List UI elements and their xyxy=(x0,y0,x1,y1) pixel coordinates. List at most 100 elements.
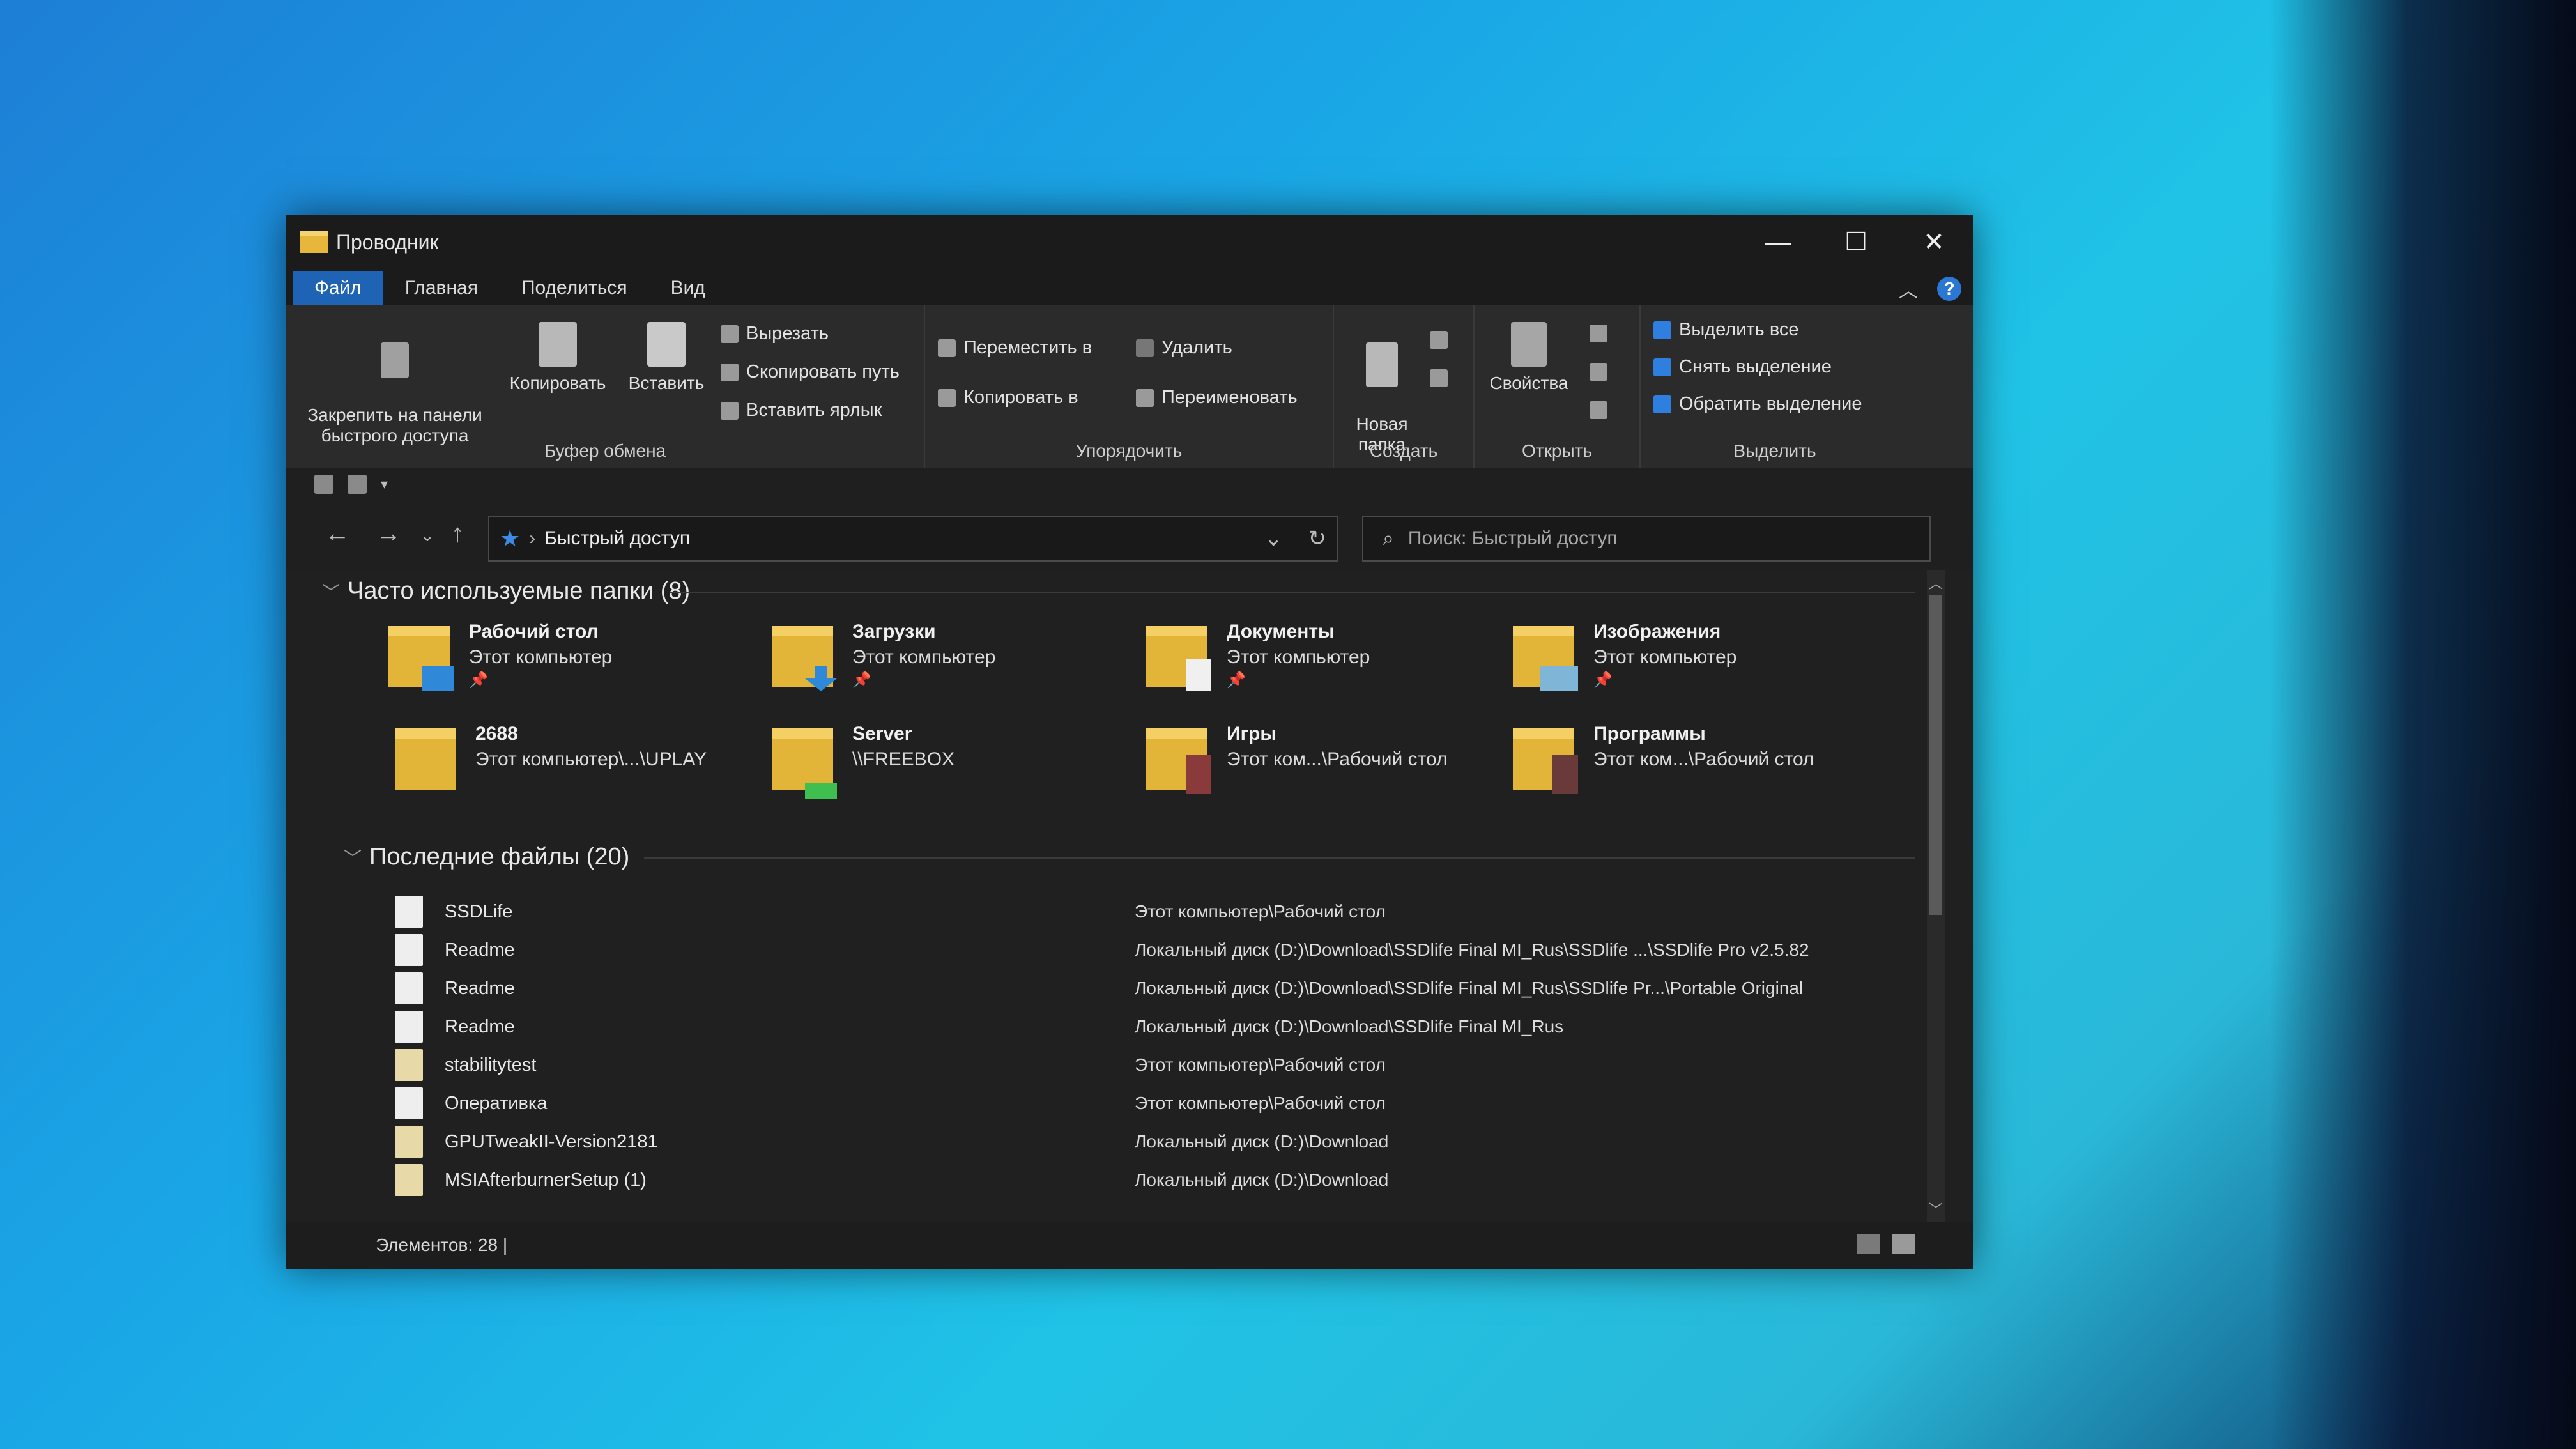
arrow-up-icon[interactable]: ↑ xyxy=(451,519,464,548)
folder-2688[interactable]: 2688 Этот компьютер\...\UPLAY xyxy=(395,723,753,813)
rename-button[interactable]: Переименовать xyxy=(1136,387,1298,408)
tab-view[interactable]: Вид xyxy=(649,271,727,305)
recent-file-row[interactable]: GPUTweakII-Version2181 Локальный диск (D… xyxy=(286,1123,1922,1160)
file-icon xyxy=(395,972,423,1004)
select-none-button[interactable]: Снять выделение xyxy=(1653,356,1832,378)
large-icons-view-icon[interactable] xyxy=(1892,1234,1915,1254)
help-icon[interactable]: ? xyxy=(1937,277,1961,301)
file-path: Этот компьютер\Рабочий стол xyxy=(1135,901,1386,921)
folder-icon xyxy=(1146,626,1211,691)
folder-server[interactable]: Server \\FREEBOX xyxy=(772,723,1130,813)
invert-selection-button[interactable]: Обратить выделение xyxy=(1653,394,1862,415)
folder-programs[interactable]: Программы Этот ком...\Рабочий стол xyxy=(1513,723,1871,813)
breadcrumb-quick-access[interactable]: Быстрый доступ xyxy=(544,528,690,549)
folder-icon xyxy=(1146,728,1211,793)
pin-icon: 📌 xyxy=(1593,671,1613,689)
folder-desktop[interactable]: Рабочий стол Этот компьютер 📌 xyxy=(388,621,746,710)
folder-icon xyxy=(388,626,454,691)
tab-home[interactable]: Главная xyxy=(383,271,500,305)
divider xyxy=(670,592,1915,593)
open-icon[interactable] xyxy=(1590,325,1607,342)
folder-documents[interactable]: Документы Этот компьютер 📌 xyxy=(1146,621,1504,710)
edit-icon[interactable] xyxy=(1590,363,1607,381)
delete-button[interactable]: Удалить xyxy=(1136,337,1232,358)
recent-file-row[interactable]: stabilitytest Этот компьютер\Рабочий сто… xyxy=(286,1046,1922,1084)
address-dropdown-icon[interactable]: ⌄ xyxy=(1264,526,1283,551)
copy-to-button[interactable]: Копировать в xyxy=(938,387,1078,408)
address-bar[interactable]: ★ › Быстрый доступ ⌄ ↻ xyxy=(488,516,1338,562)
recent-file-row[interactable]: SSDLife Этот компьютер\Рабочий стол xyxy=(286,893,1922,930)
new-item-icon[interactable] xyxy=(1430,331,1448,349)
select-all-button[interactable]: Выделить все xyxy=(1653,319,1799,341)
paste-shortcut-button[interactable]: Вставить ярлык xyxy=(721,400,882,421)
recent-file-row[interactable]: Оперативка Этот компьютер\Рабочий стол xyxy=(286,1085,1922,1122)
quick-access-toolbar: ▾ xyxy=(286,468,1973,500)
minimize-button[interactable]: — xyxy=(1739,215,1817,270)
new-folder-qat-icon[interactable] xyxy=(348,475,367,494)
maximize-button[interactable]: ☐ xyxy=(1817,215,1895,270)
folder-games[interactable]: Игры Этот ком...\Рабочий стол xyxy=(1146,723,1504,813)
recent-locations-icon[interactable]: ⌄ xyxy=(420,526,434,546)
cut-button[interactable]: Вырезать xyxy=(721,323,829,344)
recent-files-header[interactable]: ﹀ Последние файлы (20) xyxy=(344,843,629,871)
move-to-button[interactable]: Переместить в xyxy=(938,337,1092,358)
easy-access-icon[interactable] xyxy=(1430,369,1448,387)
select-none-icon xyxy=(1653,358,1671,376)
customize-qat-icon[interactable]: ▾ xyxy=(381,476,388,493)
folder-path: Этот ком...\Рабочий стол xyxy=(1227,749,1448,770)
file-name: Readme xyxy=(445,977,515,999)
search-input[interactable] xyxy=(1406,527,1929,550)
clipboard-group-label: Буфер обмена xyxy=(544,441,666,461)
paste-shortcut-label: Вставить ярлык xyxy=(746,400,882,420)
file-name: SSDLife xyxy=(445,901,513,922)
refresh-icon[interactable]: ↻ xyxy=(1308,526,1327,551)
folder-path: Этот компьютер xyxy=(469,647,613,668)
folder-name: Server xyxy=(852,723,912,744)
copy-button[interactable]: Копировать xyxy=(500,322,615,394)
breadcrumb-separator-icon[interactable]: › xyxy=(529,528,535,549)
recent-files-title: Последние файлы (20) xyxy=(369,843,630,870)
history-icon[interactable] xyxy=(1590,401,1607,419)
scroll-down-icon[interactable]: ﹀ xyxy=(1927,1199,1945,1219)
title-bar[interactable]: Проводник — ☐ ✕ xyxy=(286,215,1973,270)
tab-share[interactable]: Поделиться xyxy=(500,271,649,305)
chevron-up-icon[interactable]: ︿ xyxy=(1899,275,1918,303)
new-folder-button[interactable]: Новая папка xyxy=(1347,322,1417,455)
properties-button[interactable]: Свойства xyxy=(1481,322,1577,394)
search-box[interactable]: ⌕ xyxy=(1362,516,1931,562)
recent-file-row[interactable]: Readme Локальный диск (D:)\Download\SSDl… xyxy=(286,1008,1922,1045)
file-path: Локальный диск (D:)\Download\SSDlife Fin… xyxy=(1135,1016,1564,1036)
paste-button[interactable]: Вставить xyxy=(622,322,711,394)
details-view-icon[interactable] xyxy=(1857,1234,1880,1254)
item-count: Элементов: 28 | xyxy=(376,1235,508,1255)
file-name: stabilitytest xyxy=(445,1054,537,1075)
recent-file-row[interactable]: MSIAfterburnerSetup (1) Локальный диск (… xyxy=(286,1162,1922,1199)
ribbon-tabs: Файл Главная Поделиться Вид ︿ ? xyxy=(286,270,1973,305)
copy-path-button[interactable]: Скопировать путь xyxy=(721,362,900,383)
scroll-thumb[interactable] xyxy=(1929,595,1942,915)
arrow-left-icon[interactable]: ← xyxy=(325,519,350,548)
properties-qat-icon[interactable] xyxy=(314,475,334,494)
pin-quick-access-button[interactable]: Закрепить на панели быстрого доступа xyxy=(299,322,491,446)
organize-group: Переместить в Копировать в Удалить Переи… xyxy=(925,305,1334,468)
folder-downloads[interactable]: Загрузки Этот компьютер 📌 xyxy=(772,621,1130,710)
folder-icon xyxy=(1513,626,1578,691)
window-title: Проводник xyxy=(336,230,439,254)
recent-file-row[interactable]: Readme Локальный диск (D:)\Download\SSDl… xyxy=(286,931,1922,969)
folder-path: \\FREEBOX xyxy=(852,749,955,770)
scroll-up-icon[interactable]: ︿ xyxy=(1927,572,1945,593)
file-name: MSIAfterburnerSetup (1) xyxy=(445,1169,647,1190)
folder-path: Этот компьютер\...\UPLAY xyxy=(475,749,707,770)
folder-name: Документы xyxy=(1227,621,1335,642)
folder-path: Этот компьютер xyxy=(852,647,996,668)
close-button[interactable]: ✕ xyxy=(1895,215,1973,270)
recent-file-row[interactable]: Readme Локальный диск (D:)\Download\SSDl… xyxy=(286,970,1922,1007)
arrow-right-icon[interactable]: → xyxy=(376,519,401,548)
divider xyxy=(644,857,1915,859)
tab-file[interactable]: Файл xyxy=(293,271,383,305)
frequent-folders-header[interactable]: ﹀ Часто используемые папки (8) xyxy=(322,578,690,605)
vertical-scrollbar[interactable]: ︿ ﹀ xyxy=(1927,570,1945,1222)
create-group: Новая папка Создать xyxy=(1334,305,1475,468)
file-path: Локальный диск (D:)\Download xyxy=(1135,1131,1389,1151)
folder-pictures[interactable]: Изображения Этот компьютер 📌 xyxy=(1513,621,1871,710)
